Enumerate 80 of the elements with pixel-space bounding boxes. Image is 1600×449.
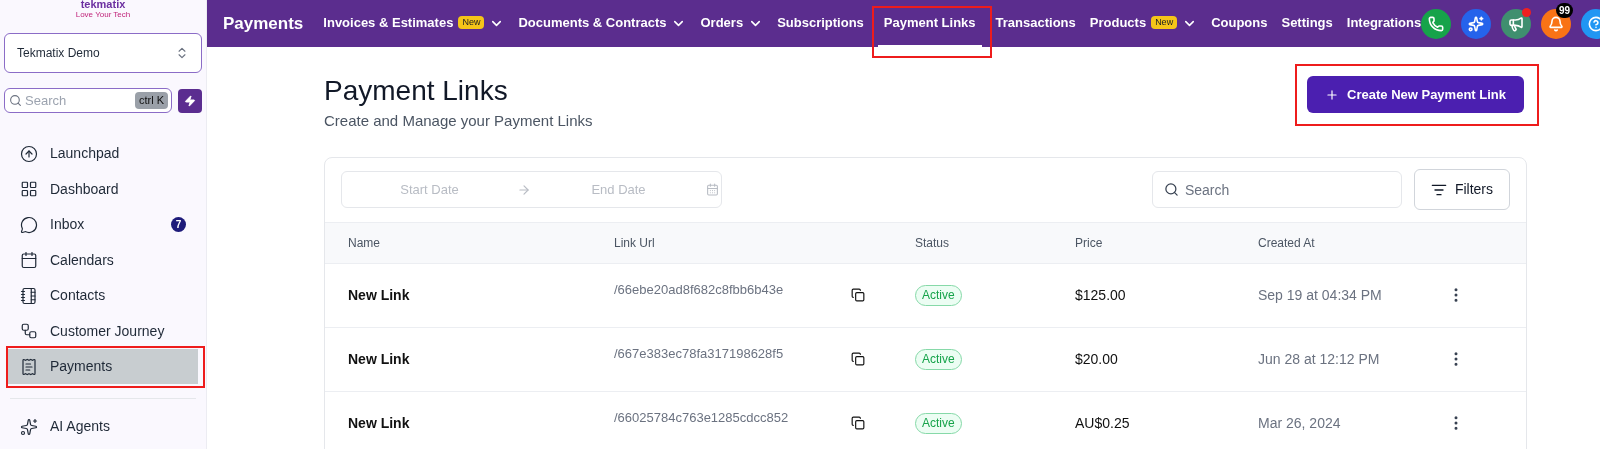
nav-tab[interactable]: Subscriptions xyxy=(777,0,864,47)
nav-tab[interactable]: Documents & Contracts xyxy=(518,0,667,47)
megaphone-icon xyxy=(1508,15,1525,32)
create-link-button[interactable]: Create New Payment Link xyxy=(1307,76,1524,113)
bell-icon xyxy=(1548,15,1565,32)
price: AU$0.25 xyxy=(1075,413,1131,433)
logo-tagline: Love Your Tech xyxy=(75,10,131,19)
calendar-icon xyxy=(20,251,38,269)
logo-wordmark: tekmatix xyxy=(80,0,126,10)
sidebar-item[interactable]: Payments xyxy=(8,349,198,384)
nav-tab[interactable]: Orders xyxy=(700,0,744,47)
header-action-button[interactable] xyxy=(1501,8,1532,39)
grid-icon xyxy=(20,180,38,198)
link-url: /667e383ec78fa317198628f5 xyxy=(614,345,784,364)
unread-badge: 7 xyxy=(171,217,186,232)
header-action-button[interactable] xyxy=(1421,8,1452,39)
column-header: Created At xyxy=(1258,234,1316,252)
page-subtitle: Create and Manage your Payment Links xyxy=(324,111,593,131)
status-badge: Active xyxy=(915,349,962,370)
nav-tab[interactable]: Invoices & Estimates New xyxy=(323,0,485,47)
lightning-icon xyxy=(184,94,196,107)
quick-action-button[interactable] xyxy=(178,88,202,113)
header-action-button[interactable] xyxy=(1541,8,1572,39)
sidebar-item[interactable]: Launchpad xyxy=(8,136,198,171)
calendar-icon xyxy=(706,183,719,196)
nav-tab[interactable]: Products New xyxy=(1089,0,1178,47)
copy-icon[interactable] xyxy=(851,288,865,302)
column-header: Price xyxy=(1075,234,1104,252)
status-badge: Active xyxy=(915,285,962,306)
nav-tab[interactable]: Transactions xyxy=(995,0,1076,47)
nav-tab[interactable]: Integrations xyxy=(1346,0,1422,47)
plus-icon xyxy=(1325,87,1340,102)
price: $20.00 xyxy=(1075,349,1119,369)
created-date: Jun 28 at 12:12 PM xyxy=(1258,349,1381,369)
link-url: /66025784c763e1285cdcc852 xyxy=(614,409,789,428)
arrow-up-circle-icon xyxy=(20,144,38,163)
column-header: Name xyxy=(348,234,381,252)
start-date-placeholder: Start Date xyxy=(399,180,460,199)
sidebar-item[interactable]: Customer Journey xyxy=(8,313,198,349)
created-date: Sep 19 at 04:34 PM xyxy=(1258,285,1383,305)
help-icon xyxy=(1588,15,1600,32)
search-icon xyxy=(9,94,22,107)
filters-button[interactable]: Filters xyxy=(1413,169,1510,210)
price: $125.00 xyxy=(1075,285,1127,305)
column-header: Link Url xyxy=(614,234,656,252)
new-badge: New xyxy=(1151,16,1178,29)
nav-tab[interactable]: Payment Links xyxy=(877,0,982,47)
page-title: Payment Links xyxy=(324,74,509,108)
status-badge: Active xyxy=(915,413,962,434)
sidebar-item[interactable]: Calendars xyxy=(8,242,198,278)
notebook-icon xyxy=(20,286,38,305)
link-name: New Link xyxy=(348,349,411,369)
chat-bubble-icon xyxy=(20,215,38,234)
copy-icon[interactable] xyxy=(851,352,865,366)
receipt-icon xyxy=(20,357,38,376)
workspace-select[interactable]: Tekmatix Demo xyxy=(4,33,202,73)
link-name: New Link xyxy=(348,413,411,433)
new-badge: New xyxy=(458,16,485,29)
sparkles-icon xyxy=(20,417,38,436)
nav-tab[interactable]: Coupons xyxy=(1211,0,1268,47)
copy-icon[interactable] xyxy=(851,416,865,430)
workflow-icon xyxy=(20,322,38,340)
end-date-placeholder: End Date xyxy=(590,180,647,199)
arrow-icon xyxy=(517,182,531,197)
sidebar-item[interactable]: Contacts xyxy=(8,278,198,313)
search-icon xyxy=(1163,182,1179,197)
nav-tab[interactable]: Settings xyxy=(1281,0,1333,47)
phone-icon xyxy=(1428,15,1445,32)
shortcut-hint: ctrl K xyxy=(134,92,168,109)
section-title: Payments xyxy=(223,12,304,35)
sidebar-item[interactable]: AI Agents xyxy=(8,409,198,444)
sidebar-item[interactable]: Inbox 7 xyxy=(8,207,198,242)
link-url: /66ebe20ad8f682c8fbb6b43e xyxy=(614,281,784,300)
sidebar-item[interactable]: Dashboard xyxy=(8,171,198,207)
notification-count: 99 xyxy=(1556,2,1574,18)
column-header: Status xyxy=(915,234,951,252)
header-action-button[interactable] xyxy=(1461,8,1492,39)
sparkle-icon xyxy=(1468,15,1485,32)
link-name: New Link xyxy=(348,285,411,305)
created-date: Mar 26, 2024 xyxy=(1258,413,1342,433)
